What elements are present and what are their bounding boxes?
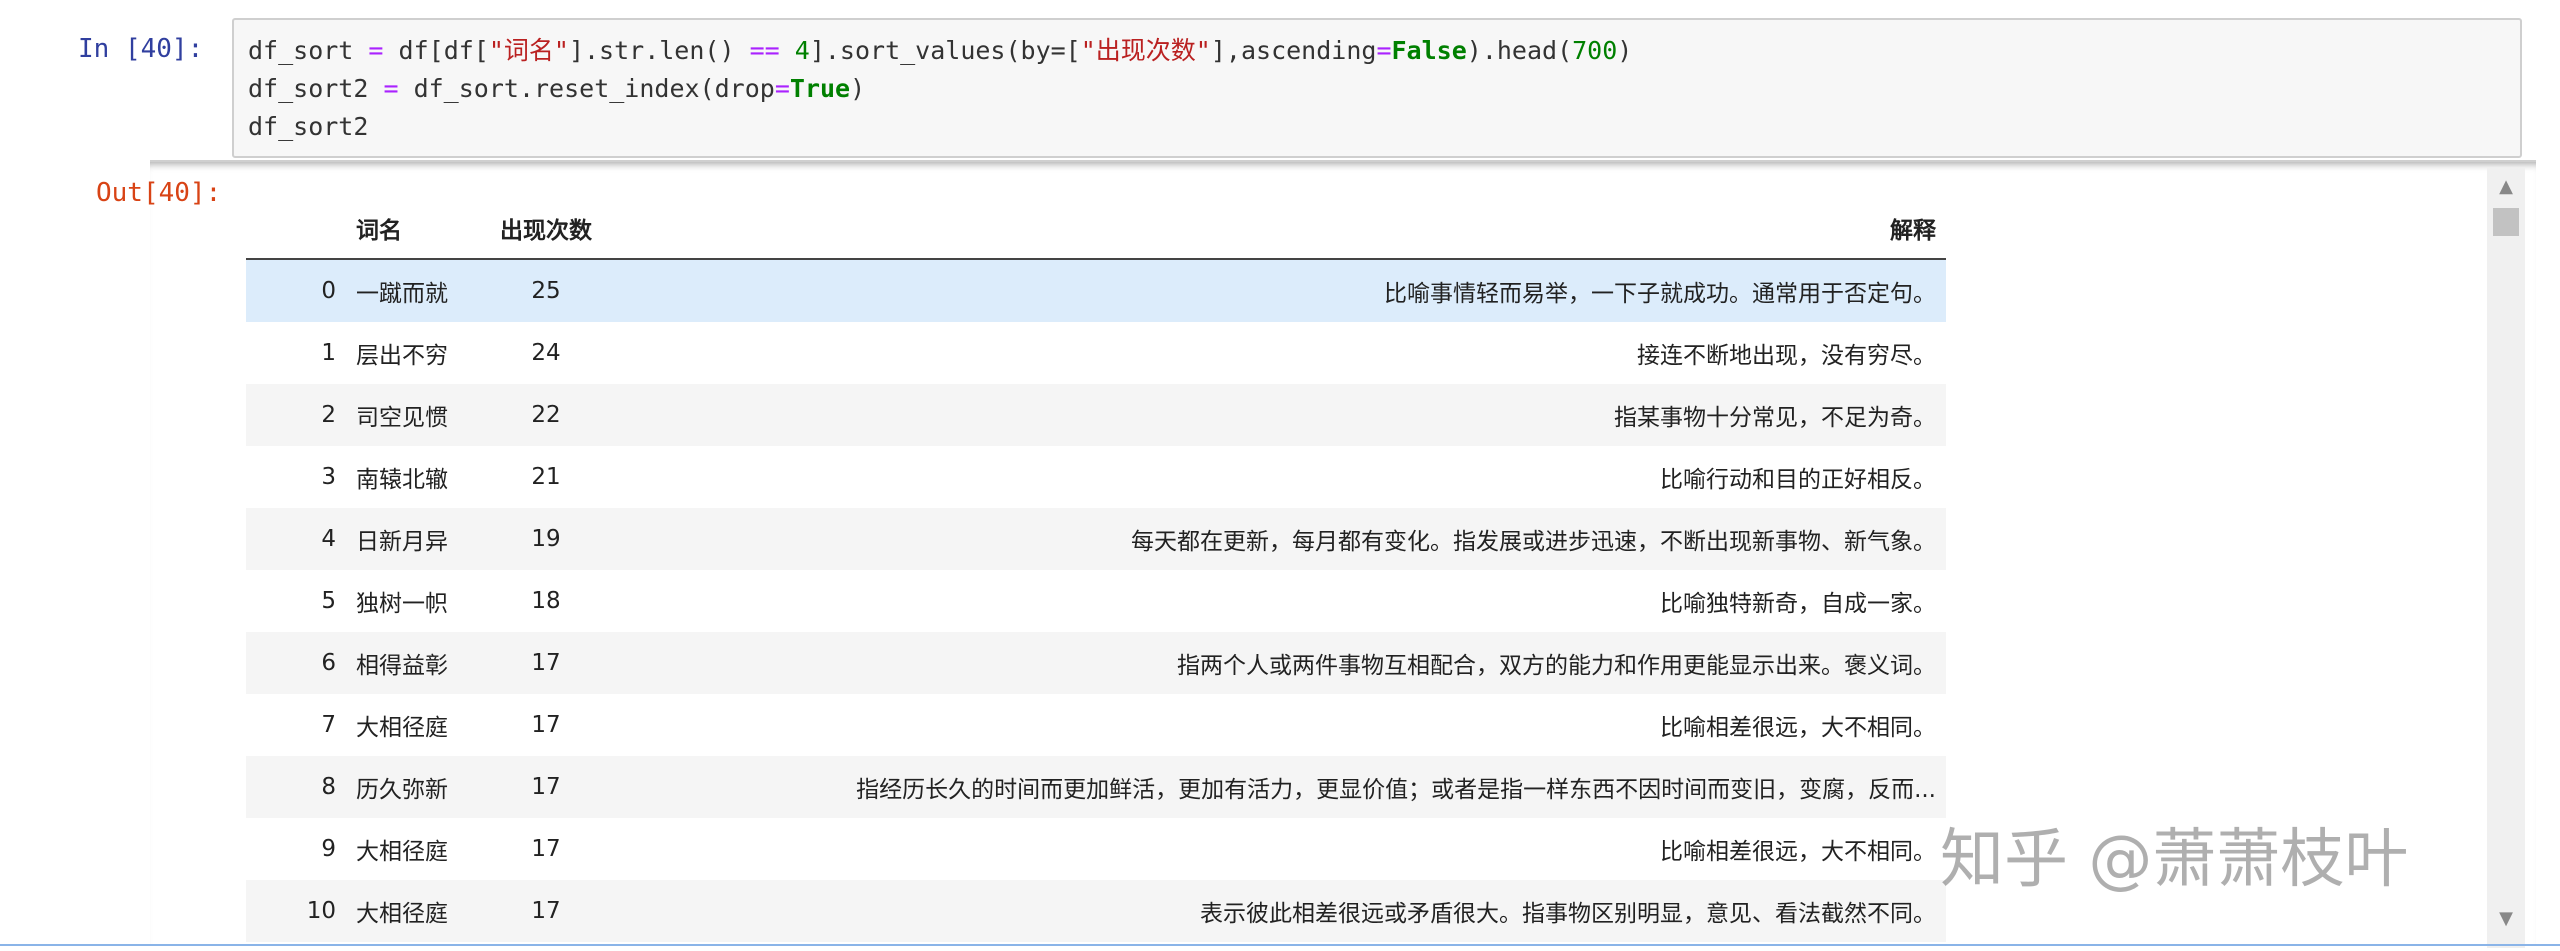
dataframe-output: 词名 出现次数 解释 0 一蹴而就 25 比喻事情轻而易举，一下子就成功。通常用… — [246, 198, 1946, 950]
scroll-up-arrow-icon[interactable]: ▲ — [2487, 172, 2525, 202]
table-row: 8 历久弥新 17 指经历长久的时间而更加鲜活，更加有活力，更显价值；或者是指一… — [246, 756, 1946, 818]
table-row: 9 大相径庭 17 比喻相差很远，大不相同。 — [246, 818, 1946, 880]
cell-count: 22 — [531, 402, 561, 428]
cell-count: 25 — [531, 278, 561, 304]
row-index: 4 — [321, 526, 336, 552]
table-header-row: 词名 出现次数 解释 — [246, 198, 1946, 260]
cell-word: 一蹴而就 — [356, 281, 448, 307]
cell-explanation: 指某事物十分常见，不足为奇。 — [1614, 405, 1936, 431]
cell-word: 历久弥新 — [356, 777, 448, 803]
column-header-count: 出现次数 — [476, 198, 616, 260]
cell-count: 24 — [531, 340, 561, 366]
column-header-explanation: 解释 — [616, 198, 1946, 260]
table-row: 2 司空见惯 22 指某事物十分常见，不足为奇。 — [246, 384, 1946, 446]
cell-explanation: 每天都在更新，每月都有变化。指发展或进步迅速，不断出现新事物、新气象。 — [1131, 529, 1936, 555]
cell-count: 19 — [531, 526, 561, 552]
cell-explanation: 指两个人或两件事物互相配合，双方的能力和作用更能显示出来。褒义词。 — [1177, 653, 1936, 679]
cell-count: 17 — [531, 712, 561, 738]
cell-explanation: 比喻相差很远，大不相同。 — [1660, 715, 1936, 741]
cell-explanation: 表示彼此相差很远或矛盾很大。指事物区别明显，意见、看法截然不同。 — [1200, 901, 1936, 927]
row-index: 8 — [321, 774, 336, 800]
table-row: 4 日新月异 19 每天都在更新，每月都有变化。指发展或进步迅速，不断出现新事物… — [246, 508, 1946, 570]
cell-word: 司空见惯 — [356, 405, 448, 431]
scroll-down-arrow-icon[interactable]: ▼ — [2487, 904, 2525, 934]
row-index: 3 — [321, 464, 336, 490]
scroll-thumb[interactable] — [2493, 208, 2519, 236]
table-row: 5 独树一帜 18 比喻独特新奇，自成一家。 — [246, 570, 1946, 632]
row-index: 9 — [321, 836, 336, 862]
cell-count: 17 — [531, 774, 561, 800]
cell-bottom-border — [0, 944, 2560, 946]
row-index: 7 — [321, 712, 336, 738]
output-scrollbar[interactable]: ▲ ▼ — [2487, 168, 2525, 948]
watermark: 知乎 @萧萧枝叶 — [1940, 823, 2409, 897]
row-index: 1 — [321, 340, 336, 366]
cell-explanation: 比喻独特新奇，自成一家。 — [1660, 591, 1936, 617]
row-index: 10 — [306, 898, 336, 924]
cell-explanation: 接连不断地出现，没有穷尽。 — [1637, 343, 1936, 369]
row-index: 6 — [321, 650, 336, 676]
cell-word: 大相径庭 — [356, 901, 448, 927]
table-row: 10 大相径庭 17 表示彼此相差很远或矛盾很大。指事物区别明显，意见、看法截然… — [246, 880, 1946, 942]
input-prompt: In [40]: — [78, 34, 204, 64]
output-prompt: Out[40]: — [96, 178, 222, 208]
cell-word: 相得益彰 — [356, 653, 448, 679]
cell-count: 18 — [531, 588, 561, 614]
cell-explanation: 比喻行动和目的正好相反。 — [1660, 467, 1936, 493]
cell-word: 大相径庭 — [356, 839, 448, 865]
row-index: 2 — [321, 402, 336, 428]
cell-explanation: 比喻相差很远，大不相同。 — [1660, 839, 1936, 865]
cell-word: 独树一帜 — [356, 591, 448, 617]
index-header — [246, 198, 346, 260]
row-index: 0 — [321, 278, 336, 304]
cell-count: 21 — [531, 464, 561, 490]
cell-word: 南辕北辙 — [356, 467, 448, 493]
cell-explanation: 指经历长久的时间而更加鲜活，更加有活力，更显价值；或者是指一样东西不因时间而变旧… — [856, 777, 1936, 803]
table-row: 1 层出不穷 24 接连不断地出现，没有穷尽。 — [246, 322, 1946, 384]
table-row: 7 大相径庭 17 比喻相差很远，大不相同。 — [246, 694, 1946, 756]
cell-word: 层出不穷 — [356, 343, 448, 369]
table-row: 0 一蹴而就 25 比喻事情轻而易举，一下子就成功。通常用于否定句。 — [246, 259, 1946, 322]
cell-count: 17 — [531, 836, 561, 862]
table-row: 6 相得益彰 17 指两个人或两件事物互相配合，双方的能力和作用更能显示出来。褒… — [246, 632, 1946, 694]
cell-explanation: 比喻事情轻而易举，一下子就成功。通常用于否定句。 — [1384, 281, 1936, 307]
row-index: 5 — [321, 588, 336, 614]
column-header-word: 词名 — [346, 198, 476, 260]
cell-count: 17 — [531, 650, 561, 676]
dataframe-table: 词名 出现次数 解释 0 一蹴而就 25 比喻事情轻而易举，一下子就成功。通常用… — [246, 198, 1946, 942]
cell-count: 17 — [531, 898, 561, 924]
table-row: 3 南辕北辙 21 比喻行动和目的正好相反。 — [246, 446, 1946, 508]
cell-word: 大相径庭 — [356, 715, 448, 741]
cell-word: 日新月异 — [356, 529, 448, 555]
code-input-area[interactable]: df_sort = df[df["词名"].str.len() == 4].so… — [232, 18, 2522, 158]
code-editor[interactable]: df_sort = df[df["词名"].str.len() == 4].so… — [248, 32, 1632, 146]
